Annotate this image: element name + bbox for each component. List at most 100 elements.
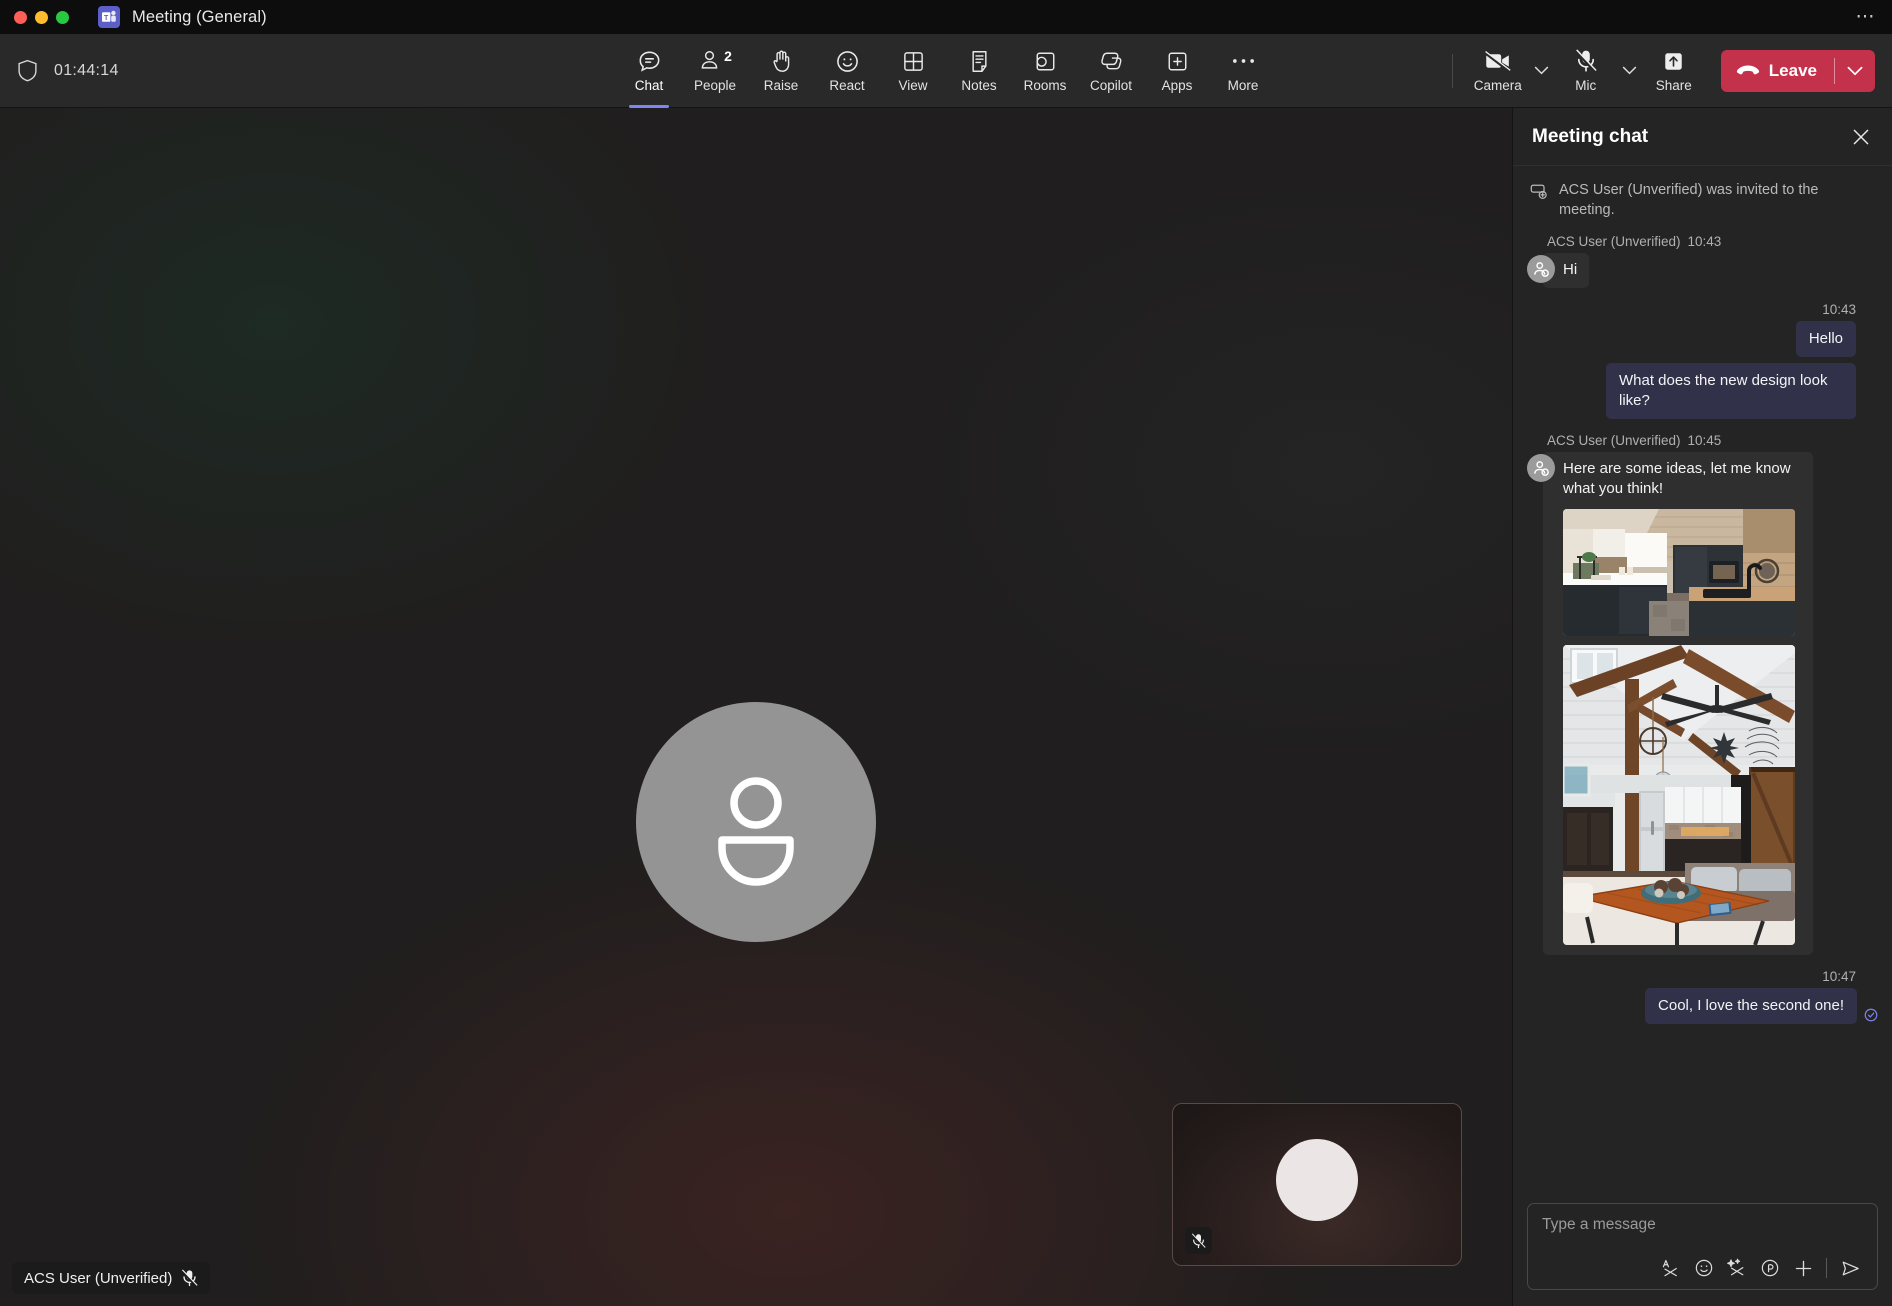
- compose-divider: [1826, 1258, 1827, 1278]
- chat-message-row: Hello: [1527, 321, 1878, 357]
- share-screen-icon: [1662, 48, 1685, 74]
- attachment-image-kitchen[interactable]: [1563, 509, 1795, 636]
- chat-message-row: Here are some ideas, let me know what yo…: [1527, 452, 1878, 954]
- notes-icon: [968, 48, 991, 74]
- add-attachment-icon[interactable]: [1788, 1254, 1818, 1282]
- message-bubble-incoming-with-attachments: Here are some ideas, let me know what yo…: [1543, 452, 1813, 954]
- toolbar-button-rooms[interactable]: Rooms: [1012, 40, 1078, 102]
- toolbar-button-react-label: React: [829, 79, 864, 93]
- toolbar-button-copilot-label: Copilot: [1090, 79, 1132, 93]
- message-meta-incoming: ACS User (Unverified) 10:43: [1547, 234, 1878, 249]
- svg-text:T: T: [104, 15, 109, 22]
- mic-off-icon: [1575, 48, 1597, 74]
- attachment-image-living-room[interactable]: [1563, 645, 1795, 945]
- message-bubble-outgoing: What does the new design look like?: [1606, 363, 1856, 419]
- toolbar-button-notes[interactable]: Notes: [946, 40, 1012, 102]
- chat-message-row: What does the new design look like?: [1527, 363, 1878, 419]
- message-meta-incoming: ACS User (Unverified)10:45: [1547, 433, 1878, 448]
- view-grid-icon: [902, 48, 925, 74]
- close-icon[interactable]: [1846, 122, 1876, 152]
- camera-options-chevron-down-icon[interactable]: [1531, 51, 1553, 91]
- mic-options-chevron-down-icon[interactable]: [1619, 51, 1641, 91]
- close-window-button[interactable]: [14, 11, 27, 24]
- message-bubble-outgoing: Hello: [1796, 321, 1856, 357]
- teams-icon: T: [98, 6, 120, 28]
- emoji-icon[interactable]: [1689, 1254, 1719, 1282]
- toolbar-button-copilot[interactable]: Copilot: [1078, 40, 1144, 102]
- participant-name-pill: ACS User (Unverified): [12, 1262, 210, 1294]
- toolbar-button-people-label: People: [694, 79, 736, 93]
- mic-toggle-button[interactable]: Mic: [1553, 40, 1619, 102]
- ai-rewrite-icon[interactable]: [1722, 1254, 1752, 1282]
- toolbar-button-more-label: More: [1228, 79, 1259, 93]
- self-view-tile[interactable]: [1172, 1103, 1462, 1266]
- copilot-icon: [1099, 48, 1124, 74]
- camera-off-icon: [1484, 48, 1512, 74]
- chat-icon: [637, 48, 662, 74]
- chat-message-row: Hi: [1527, 253, 1878, 288]
- toolbar-button-view[interactable]: View: [880, 40, 946, 102]
- participant-name: ACS User (Unverified): [24, 1270, 172, 1287]
- mic-off-icon: [181, 1269, 198, 1287]
- toolbar-button-react[interactable]: React: [814, 40, 880, 102]
- chat-panel-header: Meeting chat: [1513, 108, 1892, 166]
- title-bar: T Meeting (General) ⋯: [0, 0, 1892, 34]
- chat-message-row: Cool, I love the second one!: [1527, 988, 1878, 1024]
- meeting-chat-panel: Meeting chat ACS User (Unverified) was i…: [1512, 108, 1892, 1306]
- chat-panel-title: Meeting chat: [1532, 126, 1648, 148]
- raise-hand-icon: [770, 48, 793, 74]
- react-smiley-icon: [835, 48, 860, 74]
- toolbar-button-apps-label: Apps: [1162, 79, 1193, 93]
- message-meta-outgoing: 10:43: [1527, 302, 1856, 317]
- message-time: 10:43: [1822, 302, 1856, 317]
- loop-copilot-icon[interactable]: [1755, 1254, 1785, 1282]
- format-text-icon[interactable]: [1656, 1254, 1686, 1282]
- window-title: Meeting (General): [132, 8, 267, 27]
- minimize-window-button[interactable]: [35, 11, 48, 24]
- window-controls[interactable]: [14, 11, 69, 24]
- share-screen-button[interactable]: Share: [1641, 40, 1707, 102]
- system-message-text: ACS User (Unverified) was invited to the…: [1559, 180, 1878, 220]
- toolbar-button-people[interactable]: 2 People: [682, 40, 748, 102]
- message-text: Here are some ideas, let me know what yo…: [1563, 459, 1801, 499]
- message-sender: ACS User (Unverified): [1547, 234, 1681, 249]
- people-count-badge: 2: [724, 48, 732, 64]
- compose-box[interactable]: Type a message: [1527, 1203, 1878, 1290]
- meeting-toolbar: 01:44:14 Chat 2 People Raise: [0, 34, 1892, 108]
- send-icon[interactable]: [1835, 1254, 1865, 1282]
- share-button-label: Share: [1656, 79, 1692, 93]
- message-time: 10:47: [1822, 969, 1856, 984]
- shield-icon: [17, 59, 38, 82]
- mic-button-label: Mic: [1575, 79, 1596, 93]
- compose-toolbar: [1542, 1254, 1865, 1282]
- meeting-timer: 01:44:14: [54, 62, 119, 80]
- toolbar-right-group: Camera Mic Share: [1440, 40, 1892, 102]
- window-more-options-button[interactable]: ⋯: [1856, 8, 1877, 27]
- toolbar-button-chat[interactable]: Chat: [616, 40, 682, 102]
- system-message: ACS User (Unverified) was invited to the…: [1527, 180, 1878, 220]
- toolbar-button-view-label: View: [898, 79, 927, 93]
- message-input[interactable]: Type a message: [1542, 1216, 1865, 1254]
- avatar: [1527, 255, 1555, 283]
- toolbar-button-apps[interactable]: Apps: [1144, 40, 1210, 102]
- message-meta-outgoing: 10:47: [1527, 969, 1856, 984]
- leave-meeting-button[interactable]: Leave: [1721, 50, 1875, 92]
- toolbar-button-rooms-label: Rooms: [1024, 79, 1067, 93]
- self-view-mic-off-icon: [1185, 1227, 1212, 1254]
- leave-button-label: Leave: [1769, 61, 1817, 81]
- toolbar-button-raise[interactable]: Raise: [748, 40, 814, 102]
- hangup-icon: [1736, 64, 1760, 77]
- toolbar-button-chat-label: Chat: [635, 79, 664, 93]
- camera-toggle-button[interactable]: Camera: [1465, 40, 1531, 102]
- leave-main-action[interactable]: Leave: [1721, 50, 1834, 92]
- rooms-icon: [1034, 48, 1057, 74]
- maximize-window-button[interactable]: [56, 11, 69, 24]
- people-icon: 2: [698, 48, 732, 74]
- toolbar-button-more[interactable]: More: [1210, 40, 1276, 102]
- leave-options-chevron-down-icon[interactable]: [1835, 50, 1875, 92]
- self-avatar-circle: [1276, 1139, 1358, 1221]
- message-time: 10:45: [1688, 433, 1722, 448]
- person-avatar-icon: [636, 702, 876, 942]
- message-time: 10:43: [1688, 234, 1722, 249]
- chat-message-list[interactable]: ACS User (Unverified) was invited to the…: [1513, 166, 1892, 1193]
